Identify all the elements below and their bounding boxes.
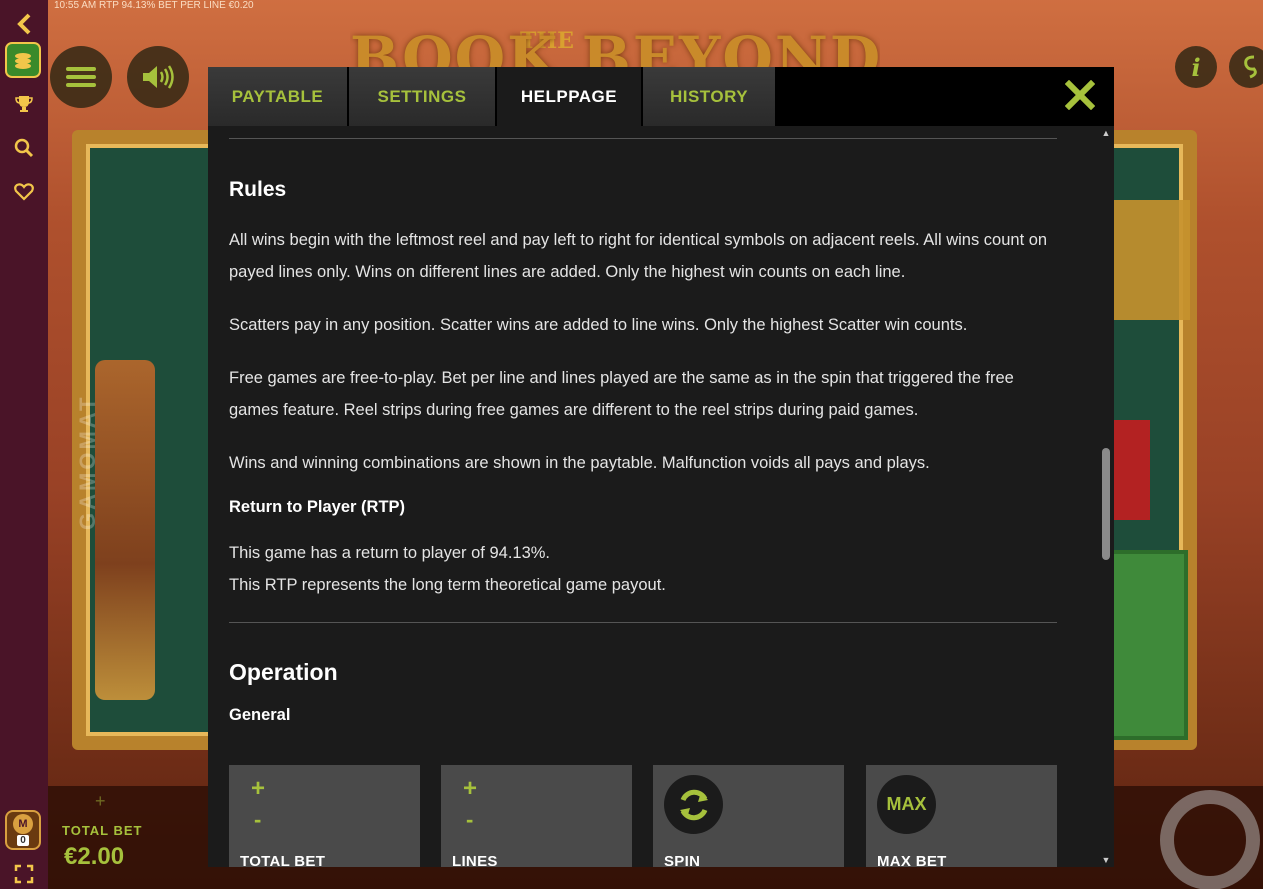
tab-paytable[interactable]: PAYTABLE: [208, 67, 349, 126]
divider-top: [229, 138, 1057, 139]
scroll-down-arrow-icon[interactable]: ▼: [1101, 855, 1111, 865]
bet-plus-ghost: +: [95, 791, 106, 811]
speaker-icon[interactable]: [127, 46, 189, 108]
op-card-label: SPIN: [664, 853, 701, 867]
provider-watermark: GAMOMAT: [75, 394, 100, 530]
plus-icon: +: [251, 775, 266, 802]
reel-symbol-right-mid: [1110, 420, 1150, 520]
hamburger-icon[interactable]: [50, 46, 112, 108]
rtp-line-1: This game has a return to player of 94.1…: [229, 544, 551, 562]
general-heading: General: [229, 706, 291, 724]
tab-settings[interactable]: SETTINGS: [349, 67, 497, 126]
status-rtp: RTP 94.13%: [99, 0, 156, 11]
close-icon[interactable]: [1064, 79, 1096, 112]
rtp-line-2: This RTP represents the long term theore…: [229, 576, 666, 594]
minus-icon: -: [466, 807, 474, 832]
tab-helppage[interactable]: HELPPAGE: [497, 67, 643, 126]
help-modal: PAYTABLE SETTINGS HELPPAGE HISTORY Rules…: [208, 67, 1114, 867]
total-bet-label: TOTAL BET: [62, 823, 143, 838]
rules-heading: Rules: [229, 178, 287, 201]
rules-paragraph-1: All wins begin with the leftmost reel an…: [229, 231, 1048, 281]
coins-icon[interactable]: [5, 42, 41, 78]
status-line: 10:55 AM RTP 94.13% BET PER LINE €0.20: [54, 0, 254, 11]
scroll-up-arrow-icon[interactable]: ▲: [1101, 128, 1111, 138]
rules-paragraph-3: Free games are free-to-play. Bet per lin…: [229, 369, 1014, 419]
fullscreen-icon[interactable]: [0, 856, 48, 889]
sidebar: M 0: [0, 0, 48, 889]
reel-symbol-right-bottom: [1110, 550, 1188, 740]
status-bet-per-line: BET PER LINE €0.20: [158, 0, 254, 11]
divider-mid: [229, 622, 1057, 623]
info-button[interactable]: i: [1175, 46, 1217, 88]
op-card-label: LINES: [452, 853, 498, 867]
chevron-left-icon[interactable]: [0, 6, 48, 42]
total-bet-value: €2.00: [64, 843, 125, 870]
spin-button-background: [1160, 790, 1260, 889]
rules-paragraph-2: Scatters pay in any position. Scatter wi…: [229, 316, 968, 334]
plus-icon: +: [463, 775, 478, 802]
refresh-icon: [664, 775, 723, 834]
rules-paragraph-4: Wins and winning combinations are shown …: [229, 454, 930, 472]
rtp-heading: Return to Player (RTP): [229, 498, 406, 516]
info-icon: i: [1191, 52, 1201, 82]
help-content: Rules All wins begin with the leftmost r…: [208, 126, 1098, 867]
scroll-thumb[interactable]: [1102, 448, 1110, 560]
op-card-label: TOTAL BET: [240, 853, 326, 867]
minus-icon: -: [254, 807, 262, 832]
level-badge[interactable]: M 0: [5, 810, 41, 850]
tab-history[interactable]: HISTORY: [643, 67, 777, 126]
level-letter: M: [13, 814, 33, 834]
status-time: 10:55 AM: [54, 0, 97, 11]
level-count: 0: [17, 835, 29, 846]
op-card-spin: SPIN: [653, 765, 844, 867]
op-card-total-bet: + - TOTAL BET: [229, 765, 420, 867]
reel-symbol-right-top: [1110, 200, 1190, 320]
max-text: MAX: [886, 794, 927, 814]
op-card-lines: + - LINES: [441, 765, 632, 867]
operation-heading: Operation: [229, 659, 338, 685]
max-bet-icon: MAX: [877, 775, 936, 834]
gamomat-logo-button[interactable]: [1229, 46, 1263, 88]
op-card-max-bet: MAX MAX BET: [866, 765, 1057, 867]
scrollbar[interactable]: ▲ ▼: [1098, 126, 1114, 867]
heart-icon[interactable]: [0, 174, 48, 210]
search-icon[interactable]: [0, 130, 48, 166]
trophy-icon[interactable]: [0, 86, 48, 122]
op-card-label: MAX BET: [877, 853, 947, 867]
tab-bar: PAYTABLE SETTINGS HELPPAGE HISTORY: [208, 67, 1114, 126]
